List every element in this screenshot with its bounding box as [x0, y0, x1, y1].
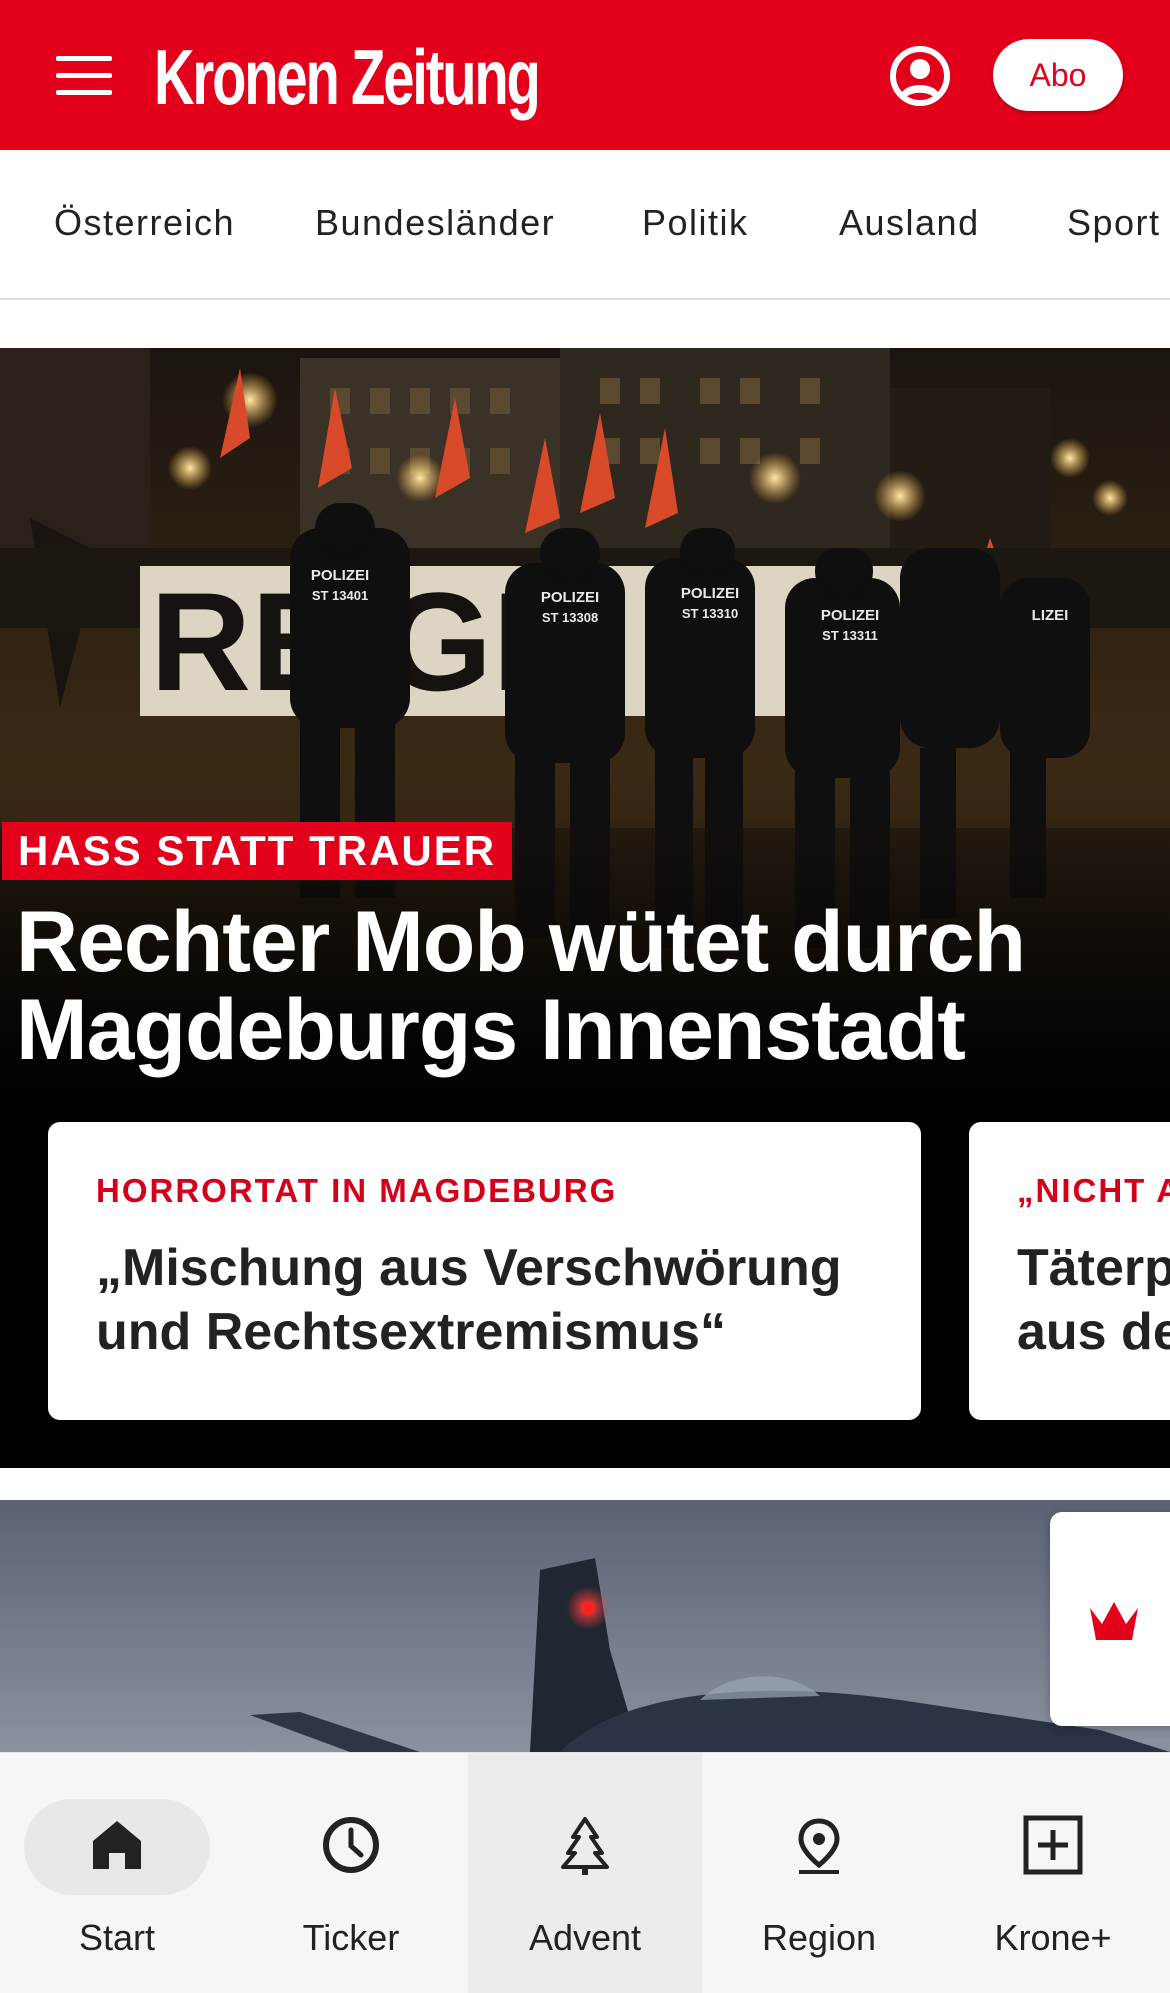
category-bundeslaender[interactable]: Bundesländer [315, 202, 555, 244]
related-article-card[interactable]: „NICHT A Täterp aus de [969, 1122, 1170, 1420]
nav-kroneplus-label: Krone+ [994, 1917, 1112, 1958]
jet-photo [0, 1500, 1170, 1752]
hero-article[interactable]: RE GR POLIZEI ST 13401 POLIZEI ST 13308 … [0, 348, 1170, 1468]
svg-text:ST 13401: ST 13401 [312, 588, 368, 603]
nav-ticker-label: Ticker [302, 1917, 400, 1958]
related-article-card[interactable]: HORRORTAT IN MAGDEBURG „Mischung aus Ver… [48, 1122, 921, 1420]
svg-text:LIZEI: LIZEI [1032, 607, 1069, 624]
svg-text:ST 13311: ST 13311 [822, 628, 878, 643]
svg-text:POLIZEI: POLIZEI [311, 567, 369, 584]
card-title-line1: „Mischung aus Verschwörung [96, 1239, 842, 1297]
svg-text:POLIZEI: POLIZEI [541, 589, 599, 606]
krone-crown-widget[interactable] [1050, 1512, 1170, 1726]
card-kicker: „NICHT A [1017, 1172, 1170, 1209]
card-kicker: HORRORTAT IN MAGDEBURG [96, 1172, 618, 1209]
hero-headline-line2: Magdeburgs Innenstadt [16, 982, 966, 1078]
hero-headline-line1: Rechter Mob wütet durch [16, 894, 1026, 990]
nav-kroneplus[interactable]: Krone+ [936, 1753, 1170, 1993]
category-politik[interactable]: Politik [642, 202, 749, 244]
plus-square-icon [1023, 1815, 1083, 1875]
home-icon [93, 1821, 141, 1869]
bottom-navigation: Start Ticker Advent Region Krone+ [0, 1752, 1170, 1993]
card-title-line1: Täterp [1017, 1239, 1170, 1297]
nav-advent-label: Advent [528, 1917, 642, 1958]
clock-icon [323, 1817, 379, 1873]
hero-headline[interactable]: Rechter Mob wütet durch Magdeburgs Innen… [16, 898, 1136, 1074]
category-ausland[interactable]: Ausland [839, 202, 980, 244]
tree-icon [561, 1817, 609, 1875]
nav-ticker[interactable]: Ticker [234, 1753, 468, 1993]
second-article-teaser[interactable] [0, 1500, 1170, 1752]
card-title: „Mischung aus Verschwörung und Rechtsext… [96, 1236, 873, 1364]
svg-text:POLIZEI: POLIZEI [681, 585, 739, 602]
top-header: Kronen Zeitung Abo [0, 0, 1170, 150]
card-title-line2: aus de [1017, 1303, 1170, 1361]
hero-kicker: HASS STATT TRAUER [2, 822, 513, 880]
card-title-line2: und Rechtsextremismus“ [96, 1303, 726, 1361]
card-title: Täterp aus de [1017, 1236, 1170, 1364]
crown-icon [1090, 1602, 1138, 1640]
map-pin-icon [798, 1818, 840, 1874]
category-sport[interactable]: Sport [1067, 202, 1161, 244]
nav-start[interactable]: Start [0, 1753, 234, 1993]
svg-text:POLIZEI: POLIZEI [821, 607, 879, 624]
nav-region[interactable]: Region [702, 1753, 936, 1993]
nav-region-label: Region [761, 1917, 877, 1958]
svg-text:ST 13308: ST 13308 [542, 610, 598, 625]
category-oesterreich[interactable]: Österreich [54, 202, 235, 244]
category-nav: Österreich Bundesländer Politik Ausland … [0, 150, 1170, 300]
user-account-icon[interactable] [888, 44, 952, 108]
nav-advent[interactable]: Advent [468, 1753, 702, 1993]
nav-start-label: Start [78, 1917, 156, 1958]
hamburger-menu-icon[interactable] [56, 56, 112, 96]
abo-button[interactable]: Abo [993, 39, 1123, 111]
brand-logo[interactable]: Kronen Zeitung [154, 34, 541, 120]
svg-text:ST 13310: ST 13310 [682, 606, 738, 621]
